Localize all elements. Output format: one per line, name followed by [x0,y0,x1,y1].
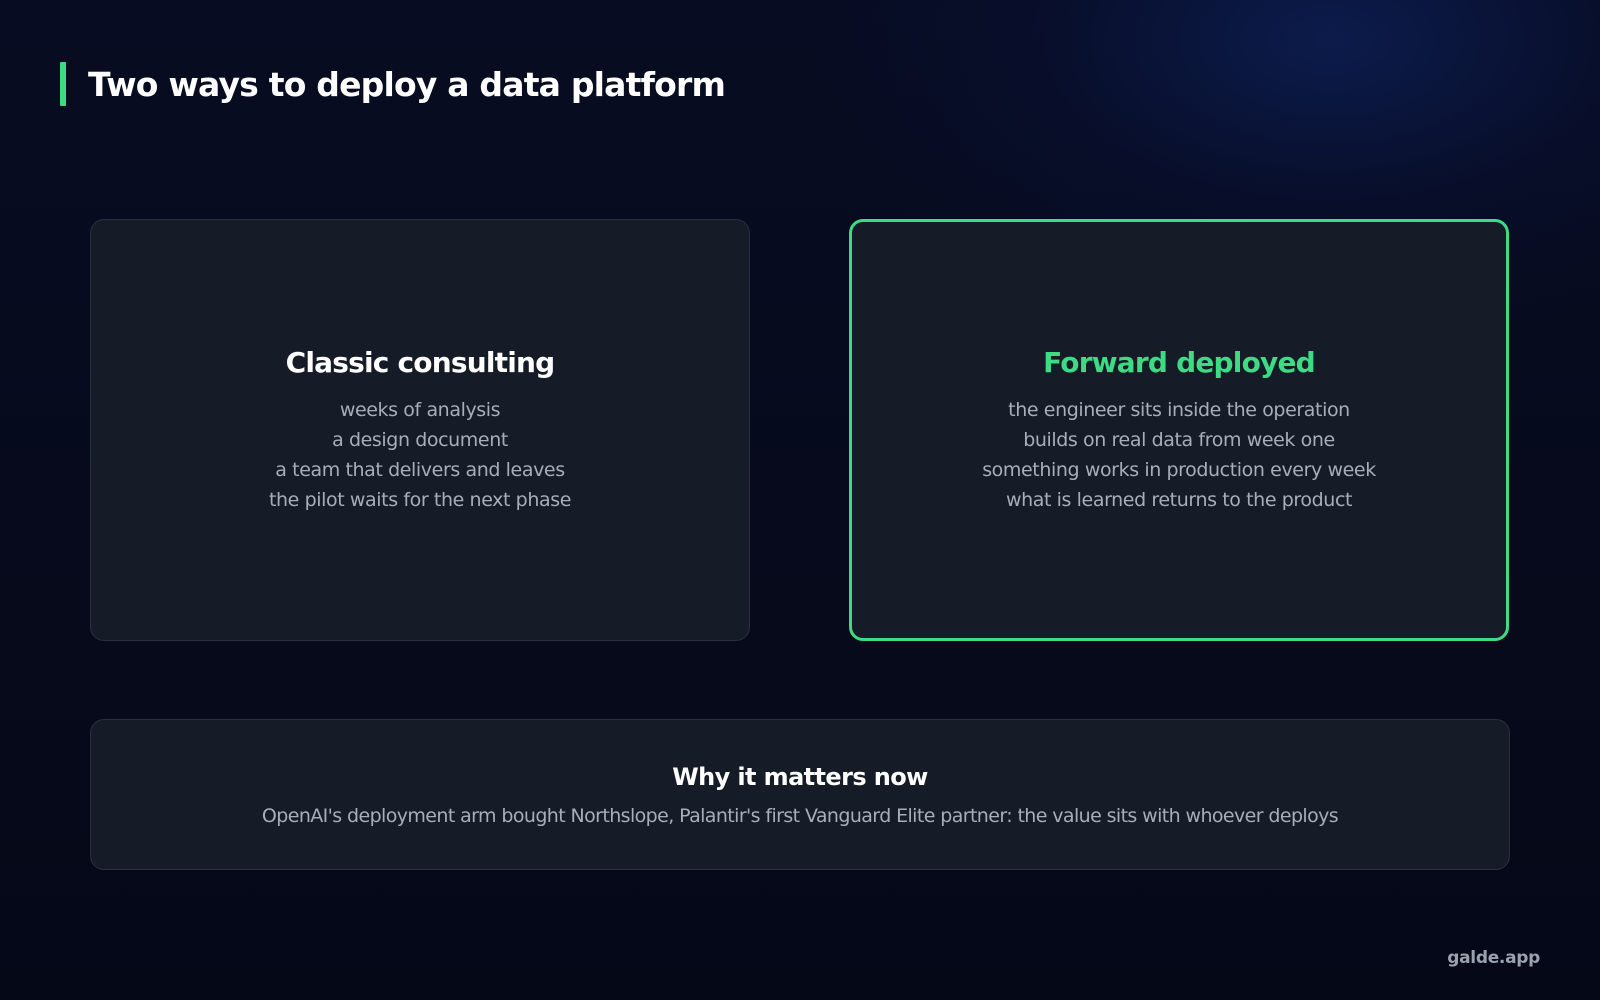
card-forward-deployed: Forward deployed the engineer sits insid… [849,219,1509,641]
card-line: a team that delivers and leaves [275,458,565,481]
page-title: Two ways to deploy a data platform [88,64,726,104]
panel-text: OpenAI's deployment arm bought Northslop… [261,804,1339,827]
card-line: the engineer sits inside the operation [1008,398,1350,421]
card-line-list: the engineer sits inside the operation b… [982,395,1376,515]
title-accent-bar [60,62,66,106]
card-line: what is learned returns to the product [1005,488,1353,511]
title-block: Two ways to deploy a data platform [60,62,726,106]
card-line: something works in production every week [982,458,1376,481]
why-it-matters-panel: Why it matters now OpenAI's deployment a… [90,719,1510,870]
card-line-list: weeks of analysis a design document a te… [269,395,571,515]
card-line: the pilot waits for the next phase [268,488,572,511]
slide: Two ways to deploy a data platform Class… [0,0,1600,1000]
card-title: Forward deployed [1043,345,1316,379]
card-classic-consulting: Classic consulting weeks of analysis a d… [90,219,750,641]
panel-title: Why it matters now [672,762,928,791]
card-title: Classic consulting [285,345,556,379]
card-line: a design document [332,428,508,451]
brand-watermark: galde.app [1447,948,1540,968]
card-line: builds on real data from week one [1023,428,1335,451]
card-line: weeks of analysis [339,398,501,421]
